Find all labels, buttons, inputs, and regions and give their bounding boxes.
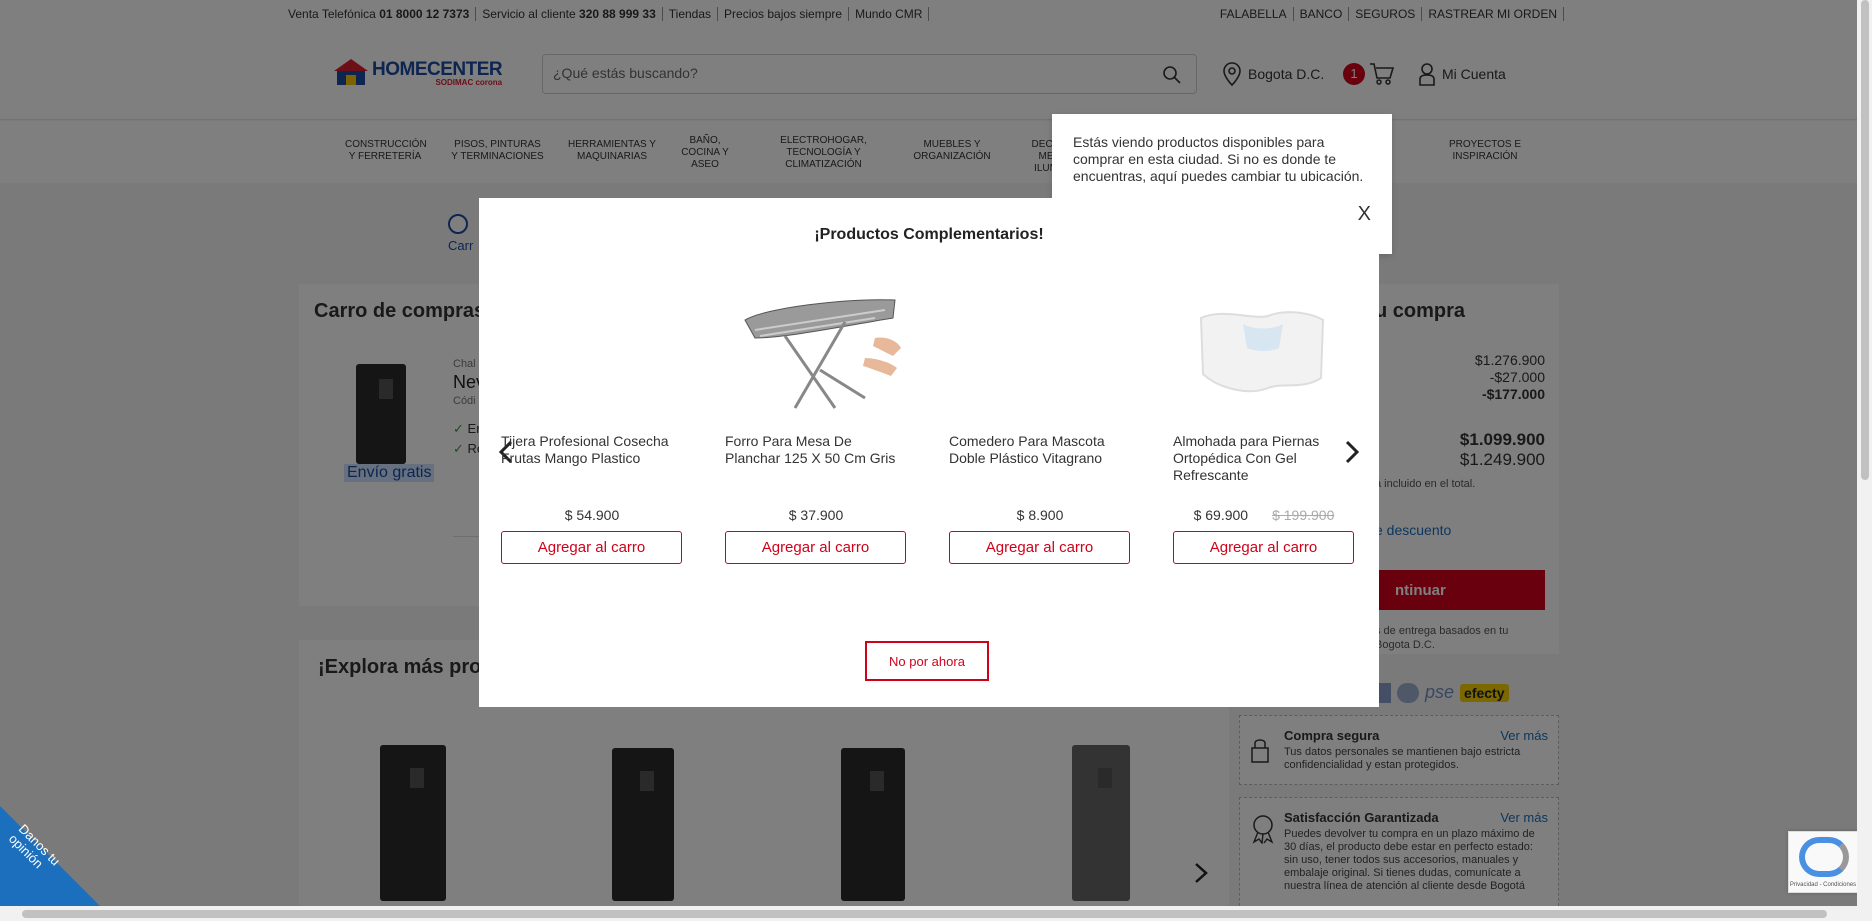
add-to-cart-button[interactable]: Agregar al carro [949,531,1130,564]
close-button[interactable]: X [1358,203,1371,226]
product-price: $ 54.900 [564,507,620,523]
horizontal-scrollbar[interactable] [0,906,1857,921]
recaptcha-text: Privacidad - Condiciones [1789,882,1857,888]
scrollbar-thumb[interactable] [22,910,1827,918]
leg-pillow-image [1199,311,1325,393]
scrollbar-thumb[interactable] [1861,0,1869,480]
recaptcha-badge[interactable]: Privacidad - Condiciones [1788,831,1858,893]
product-price: $ 8.900 [1016,507,1064,523]
recaptcha-icon [1799,837,1849,877]
add-to-cart-button[interactable]: Agregar al carro [501,531,682,564]
product-price: $ 69.900 $ 199.900 [1193,507,1335,523]
vertical-scrollbar[interactable] [1857,0,1872,921]
old-price: $ 199.900 [1272,507,1335,523]
product-name[interactable]: Forro Para Mesa De Planchar 125 X 50 Cm … [725,433,907,493]
modal-title: ¡Productos Complementarios! [814,226,1044,243]
product-card: Comedero Para Mascota Doble Plástico Vit… [949,278,1131,564]
ironing-board-image [744,299,901,409]
product-image[interactable] [949,278,1131,428]
product-name[interactable]: Comedero Para Mascota Doble Plástico Vit… [949,433,1131,493]
product-image[interactable] [1173,278,1355,428]
add-to-cart-button[interactable]: Agregar al carro [1173,531,1354,564]
complementary-products-modal: X ¡Productos Complementarios! Tijera Pro… [479,198,1379,707]
location-tooltip-text: Estás viendo productos disponibles para … [1073,134,1364,184]
product-name[interactable]: Almohada para Piernas Ortopédica Con Gel… [1173,433,1355,493]
add-to-cart-button[interactable]: Agregar al carro [725,531,906,564]
product-price: $ 37.900 [788,507,844,523]
product-card: Almohada para Piernas Ortopédica Con Gel… [1173,278,1355,564]
product-card: Forro Para Mesa De Planchar 125 X 50 Cm … [725,278,907,564]
product-card: Tijera Profesional Cosecha Frutas Mango … [501,278,683,564]
product-image[interactable] [501,278,683,428]
product-image[interactable] [725,278,907,428]
product-name[interactable]: Tijera Profesional Cosecha Frutas Mango … [501,433,683,493]
not-now-button[interactable]: No por ahora [865,641,989,681]
